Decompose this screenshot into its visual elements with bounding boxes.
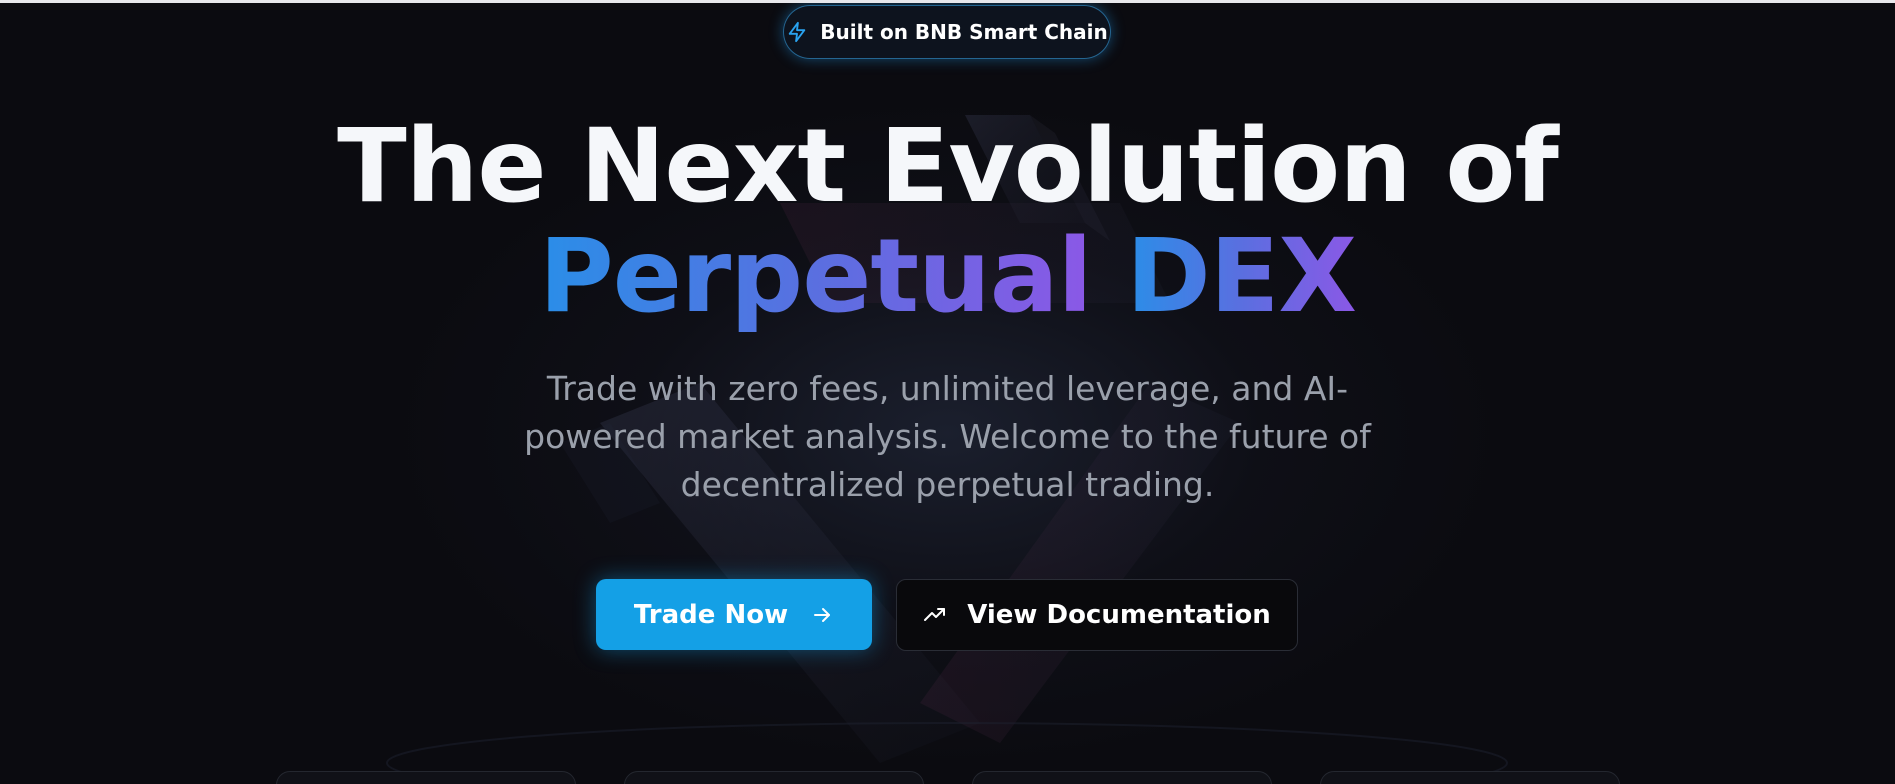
- headline-highlight-perpetual: Perpetual: [538, 217, 1093, 336]
- hero-headline: The Next Evolution of: [337, 107, 1559, 226]
- view-documentation-label: View Documentation: [967, 600, 1271, 630]
- trade-now-label: Trade Now: [633, 599, 789, 630]
- trending-up-icon: [924, 608, 946, 621]
- hero-subtitle: Trade with zero fees, unlimited leverage…: [524, 369, 1371, 504]
- hero-headline-highlight: Perpetual DEX: [0, 223, 1895, 331]
- lightning-icon: [789, 21, 806, 43]
- headline-highlight-dex: DEX: [1126, 217, 1357, 336]
- feature-card: [972, 771, 1272, 784]
- trade-now-button[interactable]: Trade Now: [596, 579, 872, 650]
- feature-cards: [276, 771, 1620, 784]
- arrow-right-icon: [814, 607, 831, 622]
- feature-card: [624, 771, 924, 784]
- chain-badge-label: Built on BNB Smart Chain: [820, 20, 1108, 44]
- landing-page: Built on BNB Smart Chain The Next Evolut…: [0, 0, 1895, 784]
- feature-card: [1320, 771, 1620, 784]
- chain-badge: Built on BNB Smart Chain: [783, 5, 1111, 59]
- feature-card: [276, 771, 576, 784]
- view-documentation-button[interactable]: View Documentation: [896, 579, 1298, 651]
